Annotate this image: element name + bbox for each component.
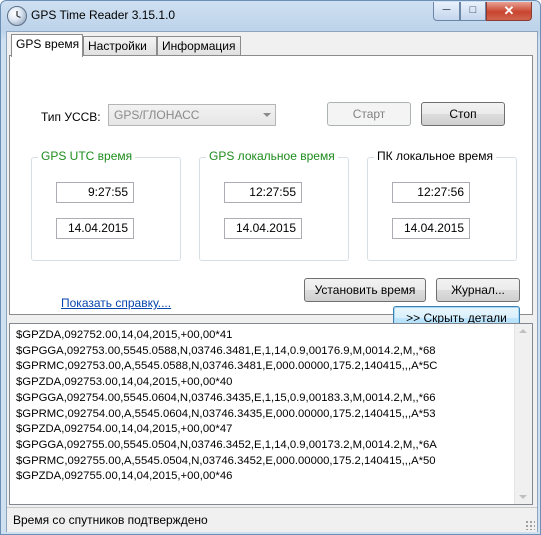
window-title: GPS Time Reader 3.15.1.0 (31, 8, 176, 22)
chevron-down-icon (263, 113, 271, 117)
tab-gps-time[interactable]: GPS время (11, 34, 83, 57)
log-line: $GPZDA,092752.00,14,04,2015,+00,00*41 (16, 329, 233, 341)
log-line: $GPZDA,092754.00,14,04,2015,+00,00*47 (16, 423, 233, 436)
nmea-log-lines: $GPZDA,092752.00,14,04,2015,+00,00*41 $G… (16, 328, 506, 485)
log-line: $GPZDA,092755.00,14,04,2015,+00,00*46 (16, 470, 233, 483)
tab-settings[interactable]: Настройки (83, 36, 157, 55)
log-line: $GPGGA,092755.00,5545.0504,N,03746.3452,… (16, 438, 437, 451)
gps-time-panel: Тип УССВ: GPS/ГЛОНАСС Старт Стоп GPS UTC… (9, 55, 533, 330)
pc-local-time-field[interactable]: 12:27:56 (392, 182, 470, 203)
client-area: GPS время Настройки Информация Тип УССВ:… (6, 31, 538, 532)
help-link[interactable]: Показать справку.... (61, 296, 171, 310)
start-button[interactable]: Старт (327, 102, 411, 126)
pc-local-date-field[interactable]: 14.04.2015 (392, 218, 470, 239)
app-window: GPS Time Reader 3.15.1.0 ─ □ ✕ GPS время… (0, 0, 541, 535)
scroll-down-icon[interactable] (519, 495, 527, 499)
gnss-type-value: GPS/ГЛОНАСС (114, 108, 200, 122)
resize-grip-icon[interactable] (525, 520, 535, 530)
set-time-button[interactable]: Установить время (304, 278, 426, 302)
gps-local-time-field[interactable]: 12:27:55 (224, 182, 302, 203)
utc-date-field[interactable]: 14.04.2015 (56, 218, 134, 239)
status-bar: Время со спутников подтверждено (7, 507, 537, 532)
gps-local-date-field[interactable]: 14.04.2015 (224, 218, 302, 239)
utc-time-group: GPS UTC время 9:27:55 14.04.2015 (31, 149, 181, 261)
gnss-type-select[interactable]: GPS/ГЛОНАСС (108, 104, 276, 126)
gps-local-time-title: GPS локальное время (206, 149, 338, 163)
log-line: $GPZDA,092753.00,14,04,2015,+00,00*40 (16, 376, 233, 389)
maximize-button[interactable]: □ (460, 2, 486, 21)
log-line: $GPRMC,092754.00,A,5545.0604,N,03746.343… (16, 407, 436, 420)
status-text: Время со спутников подтверждено (13, 513, 208, 527)
clock-icon (7, 6, 27, 26)
stop-button[interactable]: Стоп (421, 102, 505, 126)
utc-time-field[interactable]: 9:27:55 (56, 182, 134, 203)
gnss-type-label: Тип УССВ: (41, 110, 101, 124)
log-line: $GPGGA,092753.00,5545.0588,N,03746.3481,… (16, 344, 436, 357)
pc-local-time-group: ПК локальное время 12:27:56 14.04.2015 (367, 149, 517, 261)
journal-button[interactable]: Журнал... (436, 278, 520, 302)
nmea-log[interactable]: $GPZDA,092752.00,14,04,2015,+00,00*41 $G… (9, 323, 533, 505)
log-scrollbar[interactable] (514, 324, 532, 504)
utc-time-title: GPS UTC время (38, 149, 136, 163)
scroll-up-icon[interactable] (519, 329, 527, 333)
log-line: $GPGGA,092754.00,5545.0604,N,03746.3435,… (16, 391, 436, 404)
log-line: $GPRMC,092753.00,A,5545.0588,N,03746.348… (16, 360, 438, 373)
title-bar[interactable]: GPS Time Reader 3.15.1.0 ─ □ ✕ (1, 1, 540, 31)
gps-local-time-group: GPS локальное время 12:27:55 14.04.2015 (199, 149, 349, 261)
log-line: $GPRMC,092755.00,A,5545.0504,N,03746.345… (16, 454, 436, 467)
minimize-button[interactable]: ─ (433, 2, 460, 21)
pc-local-time-title: ПК локальное время (374, 149, 496, 163)
tab-information[interactable]: Информация (157, 36, 241, 55)
close-button[interactable]: ✕ (486, 2, 532, 21)
